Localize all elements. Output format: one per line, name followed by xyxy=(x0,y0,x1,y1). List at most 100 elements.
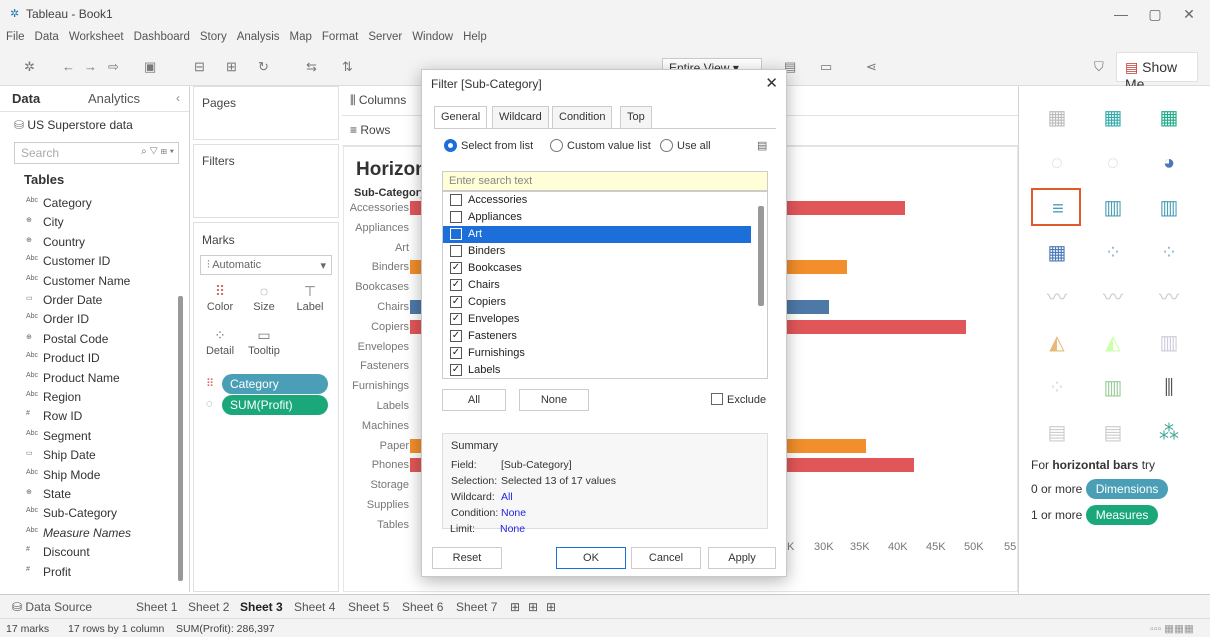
list-item[interactable]: ✓ Copiers xyxy=(443,294,751,311)
swap-icon[interactable]: ⇆ xyxy=(306,59,317,75)
menu-help[interactable]: Help xyxy=(457,28,491,43)
sheet-tab-6[interactable]: Sheet 6 xyxy=(402,600,443,614)
cancel-button[interactable]: Cancel xyxy=(631,547,701,569)
field-item[interactable]: # Discount xyxy=(0,543,175,562)
exclude-checkbox[interactable]: Exclude xyxy=(711,393,766,406)
filter-search-input[interactable]: Enter search text xyxy=(442,171,768,191)
redo-icon[interactable]: ⇨ xyxy=(108,59,119,75)
chart-type-histogram[interactable]: ▥ xyxy=(1087,368,1137,406)
minimize-button[interactable]: — xyxy=(1106,4,1136,24)
menu-format[interactable]: Format xyxy=(316,28,362,43)
chart-type-stacked-bars[interactable]: ▥ xyxy=(1087,188,1137,226)
chart-type-box-whisker[interactable]: ⫼ xyxy=(1143,368,1193,406)
list-item[interactable]: Binders xyxy=(443,243,751,260)
tab-general[interactable]: General xyxy=(434,106,488,129)
none-button[interactable]: None xyxy=(519,389,589,411)
menu-worksheet[interactable]: Worksheet xyxy=(63,28,128,43)
checkbox-checked-icon[interactable]: ✓ xyxy=(450,262,462,274)
tab-wildcard[interactable]: Wildcard xyxy=(492,106,549,128)
summary-limit-value[interactable]: None xyxy=(500,523,525,535)
list-item[interactable]: ✓ Envelopes xyxy=(443,311,751,328)
tab-analytics[interactable]: Analytics xyxy=(88,91,140,106)
radio-select-from-list[interactable]: Select from list xyxy=(444,139,533,152)
mark-type-dropdown[interactable]: ⫶ Automatic ▾ xyxy=(200,255,332,275)
chart-type-treemap[interactable]: ▦ xyxy=(1031,233,1081,271)
restore-button[interactable]: ▢ xyxy=(1140,4,1170,24)
tableau-home-icon[interactable]: ✲ xyxy=(24,59,35,75)
chart-type-dual-combination[interactable]: ▥ xyxy=(1143,323,1193,361)
list-item[interactable]: ✓ Chairs xyxy=(443,277,751,294)
sheet-tab-5[interactable]: Sheet 5 xyxy=(348,600,389,614)
radio-custom-value-list[interactable]: Custom value list xyxy=(550,139,651,152)
field-item[interactable]: Abc Segment xyxy=(0,427,175,446)
tooltip-button[interactable]: ▭ Tooltip xyxy=(244,327,284,357)
detail-button[interactable]: ⁘ Detail xyxy=(200,327,240,357)
field-item[interactable]: ⊕ State xyxy=(0,485,175,504)
field-item[interactable]: Abc Region xyxy=(0,388,175,407)
forward-icon[interactable]: → xyxy=(84,59,97,74)
data-pane-scrollbar[interactable] xyxy=(178,296,183,581)
sheet-tab-1[interactable]: Sheet 1 xyxy=(136,600,177,614)
menu-file[interactable]: File xyxy=(0,28,29,43)
all-button[interactable]: All xyxy=(442,389,506,411)
field-item[interactable]: Abc Product Name xyxy=(0,369,175,388)
chart-type-area-discrete[interactable]: ◭ xyxy=(1087,323,1137,361)
pages-shelf[interactable]: Pages xyxy=(193,86,339,140)
color-button[interactable]: ⠿ Color xyxy=(200,283,240,313)
filters-shelf[interactable]: Filters xyxy=(193,144,339,218)
field-item[interactable]: ▭ Order Date xyxy=(0,291,175,310)
chart-type-highlight-table[interactable]: ▦ xyxy=(1143,98,1193,136)
chart-type-pie-chart[interactable]: ◕ xyxy=(1143,143,1193,181)
checkbox-unchecked-icon[interactable] xyxy=(450,228,462,240)
tab-top[interactable]: Top xyxy=(620,106,652,128)
list-item[interactable]: ✓ Bookcases xyxy=(443,260,751,277)
tab-data[interactable]: Data xyxy=(12,91,40,106)
field-item[interactable]: ⊕ City xyxy=(0,213,175,232)
menu-story[interactable]: Story xyxy=(194,28,231,43)
datasource-item[interactable]: ⛁ US Superstore data xyxy=(0,112,189,138)
checkbox-unchecked-icon[interactable] xyxy=(450,211,462,223)
chart-type-scatter-plot[interactable]: ⁘ xyxy=(1031,368,1081,406)
sheet-tab-4[interactable]: Sheet 4 xyxy=(294,600,335,614)
field-item[interactable]: Abc Sub-Category xyxy=(0,504,175,523)
sum-profit-pill[interactable]: SUM(Profit) xyxy=(222,395,328,415)
new-story-icon[interactable]: ⊞ xyxy=(546,600,556,614)
radio-use-all[interactable]: Use all xyxy=(660,139,711,152)
chart-type-bullet-graph[interactable]: ▤ xyxy=(1087,413,1137,451)
field-item[interactable]: # Profit xyxy=(0,563,175,582)
chart-type-packed-bubbles[interactable]: ⁂ xyxy=(1143,413,1193,451)
sheet-tab-3[interactable]: Sheet 3 xyxy=(240,600,283,614)
back-icon[interactable]: ← xyxy=(62,59,75,74)
menu-server[interactable]: Server xyxy=(362,28,406,43)
values-list-scrollbar[interactable] xyxy=(758,206,764,306)
list-item[interactable]: ✓ Furnishings xyxy=(443,345,751,362)
sort-icon[interactable]: ⇅ xyxy=(342,59,353,75)
field-item[interactable]: ⊕ Postal Code xyxy=(0,330,175,349)
checkbox-checked-icon[interactable]: ✓ xyxy=(450,296,462,308)
field-item[interactable]: Abc Measure Names xyxy=(0,524,175,543)
new-worksheet-icon[interactable]: ⊞ xyxy=(510,600,520,614)
checkbox-checked-icon[interactable]: ✓ xyxy=(450,313,462,325)
show-me-button[interactable]: ▤ Show Me xyxy=(1116,52,1198,92)
chart-type-gantt-chart[interactable]: ▤ xyxy=(1031,413,1081,451)
refresh-icon[interactable]: ↻ xyxy=(258,59,269,75)
chart-type-filled-map[interactable]: ◌ xyxy=(1087,143,1137,181)
sheet-tab-2[interactable]: Sheet 2 xyxy=(188,600,229,614)
chart-type-continuous-lines[interactable]: 〰 xyxy=(1031,278,1081,316)
sheet-tab-7[interactable]: Sheet 7 xyxy=(456,600,497,614)
tooltip-icon[interactable]: ▭ xyxy=(820,59,832,75)
chart-type-symbol-map[interactable]: ◌ xyxy=(1031,143,1081,181)
new-datasource-icon[interactable]: ⊟ xyxy=(194,59,205,75)
checkbox-checked-icon[interactable]: ✓ xyxy=(450,279,462,291)
list-item[interactable]: ✓ Labels xyxy=(443,362,751,378)
field-item[interactable]: Abc Order ID xyxy=(0,310,175,329)
field-item[interactable]: Abc Customer ID xyxy=(0,252,175,271)
field-item[interactable]: Abc Product ID xyxy=(0,349,175,368)
chart-type-side-by-side-bars[interactable]: ▥ xyxy=(1143,188,1193,226)
new-dashboard-icon[interactable]: ⊞ xyxy=(528,600,538,614)
menu-analysis[interactable]: Analysis xyxy=(231,28,284,43)
menu-dashboard[interactable]: Dashboard xyxy=(128,28,194,43)
checkbox-checked-icon[interactable]: ✓ xyxy=(450,347,462,359)
field-item[interactable]: Abc Customer Name xyxy=(0,272,175,291)
list-menu-icon[interactable]: ▤ xyxy=(757,139,767,152)
